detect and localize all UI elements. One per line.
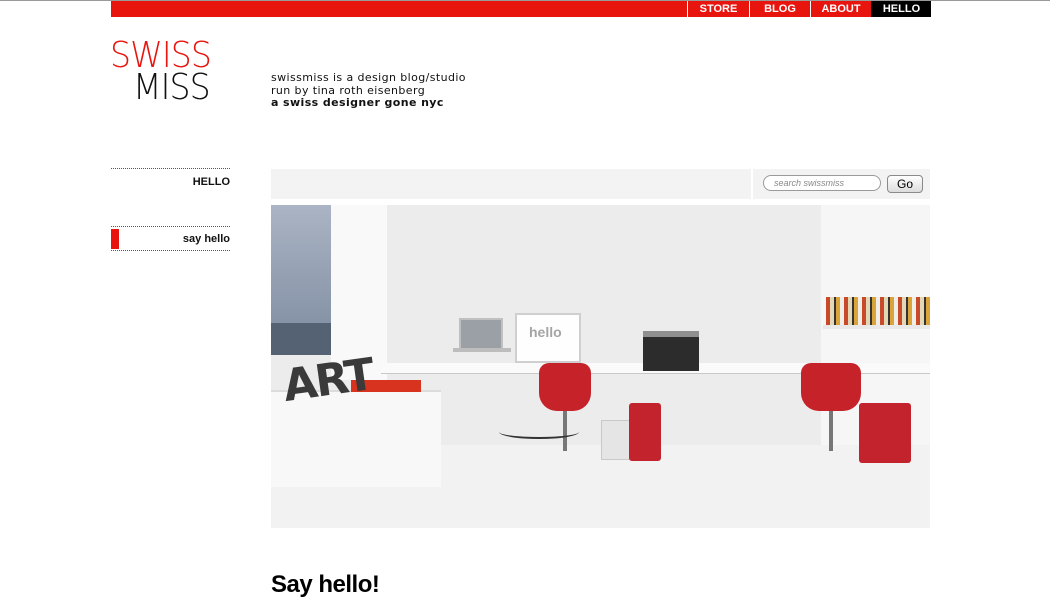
- photo-laptop-base: [453, 348, 511, 352]
- photo-red-suitcase-left: [629, 403, 661, 461]
- main-nav: STORE BLOG ABOUT HELLO: [687, 1, 931, 17]
- site-logo[interactable]: SWISS MISS: [110, 38, 240, 108]
- photo-chair-leg-right: [829, 411, 833, 451]
- nav-hello-link[interactable]: HELLO: [871, 1, 931, 17]
- photo-monitor-text: hello: [529, 324, 562, 340]
- photo-cables: [499, 425, 579, 439]
- sidebar-item-row[interactable]: say hello: [111, 227, 230, 249]
- photo-window-view: [271, 323, 331, 355]
- search-go-button[interactable]: Go: [887, 175, 923, 193]
- sidebar-divider: [111, 168, 230, 169]
- nav-blog-link[interactable]: BLOG: [749, 1, 810, 17]
- photo-red-suitcase-right: [859, 403, 911, 463]
- photo-red-chair-right: [801, 363, 861, 411]
- photo-printer: [643, 331, 699, 371]
- nav-about-link[interactable]: ABOUT: [810, 1, 871, 17]
- hero-photo-studio: ART hello: [271, 205, 930, 528]
- photo-laptop: [459, 318, 503, 352]
- photo-shelf-board: [823, 325, 930, 329]
- active-item-marker: [111, 229, 119, 249]
- sidebar-item-label[interactable]: say hello: [183, 233, 230, 245]
- sidebar-section-hello: HELLO: [111, 168, 230, 188]
- site-tagline: swissmiss is a design blog/studio run by…: [271, 71, 466, 110]
- photo-waste-bin: [601, 420, 631, 460]
- tagline-line-3: a swiss designer gone nyc: [271, 96, 444, 109]
- sidebar-section-title: HELLO: [192, 176, 230, 188]
- search-input[interactable]: [763, 175, 881, 191]
- sidebar-divider-bottom: [111, 250, 230, 251]
- nav-store-link[interactable]: STORE: [687, 1, 749, 17]
- tagline-line-1: swissmiss is a design blog/studio: [271, 71, 466, 84]
- page-heading: Say hello!: [271, 571, 380, 598]
- logo-text-bottom: MISS: [133, 67, 211, 108]
- photo-red-chair-left: [539, 363, 591, 411]
- search-bar: Go: [271, 169, 930, 199]
- sidebar-item-say-hello[interactable]: say hello: [111, 226, 230, 251]
- top-navigation-bar: STORE BLOG ABOUT HELLO: [111, 1, 931, 17]
- photo-bookshelf: [826, 297, 930, 325]
- search-bar-separator: [751, 169, 753, 199]
